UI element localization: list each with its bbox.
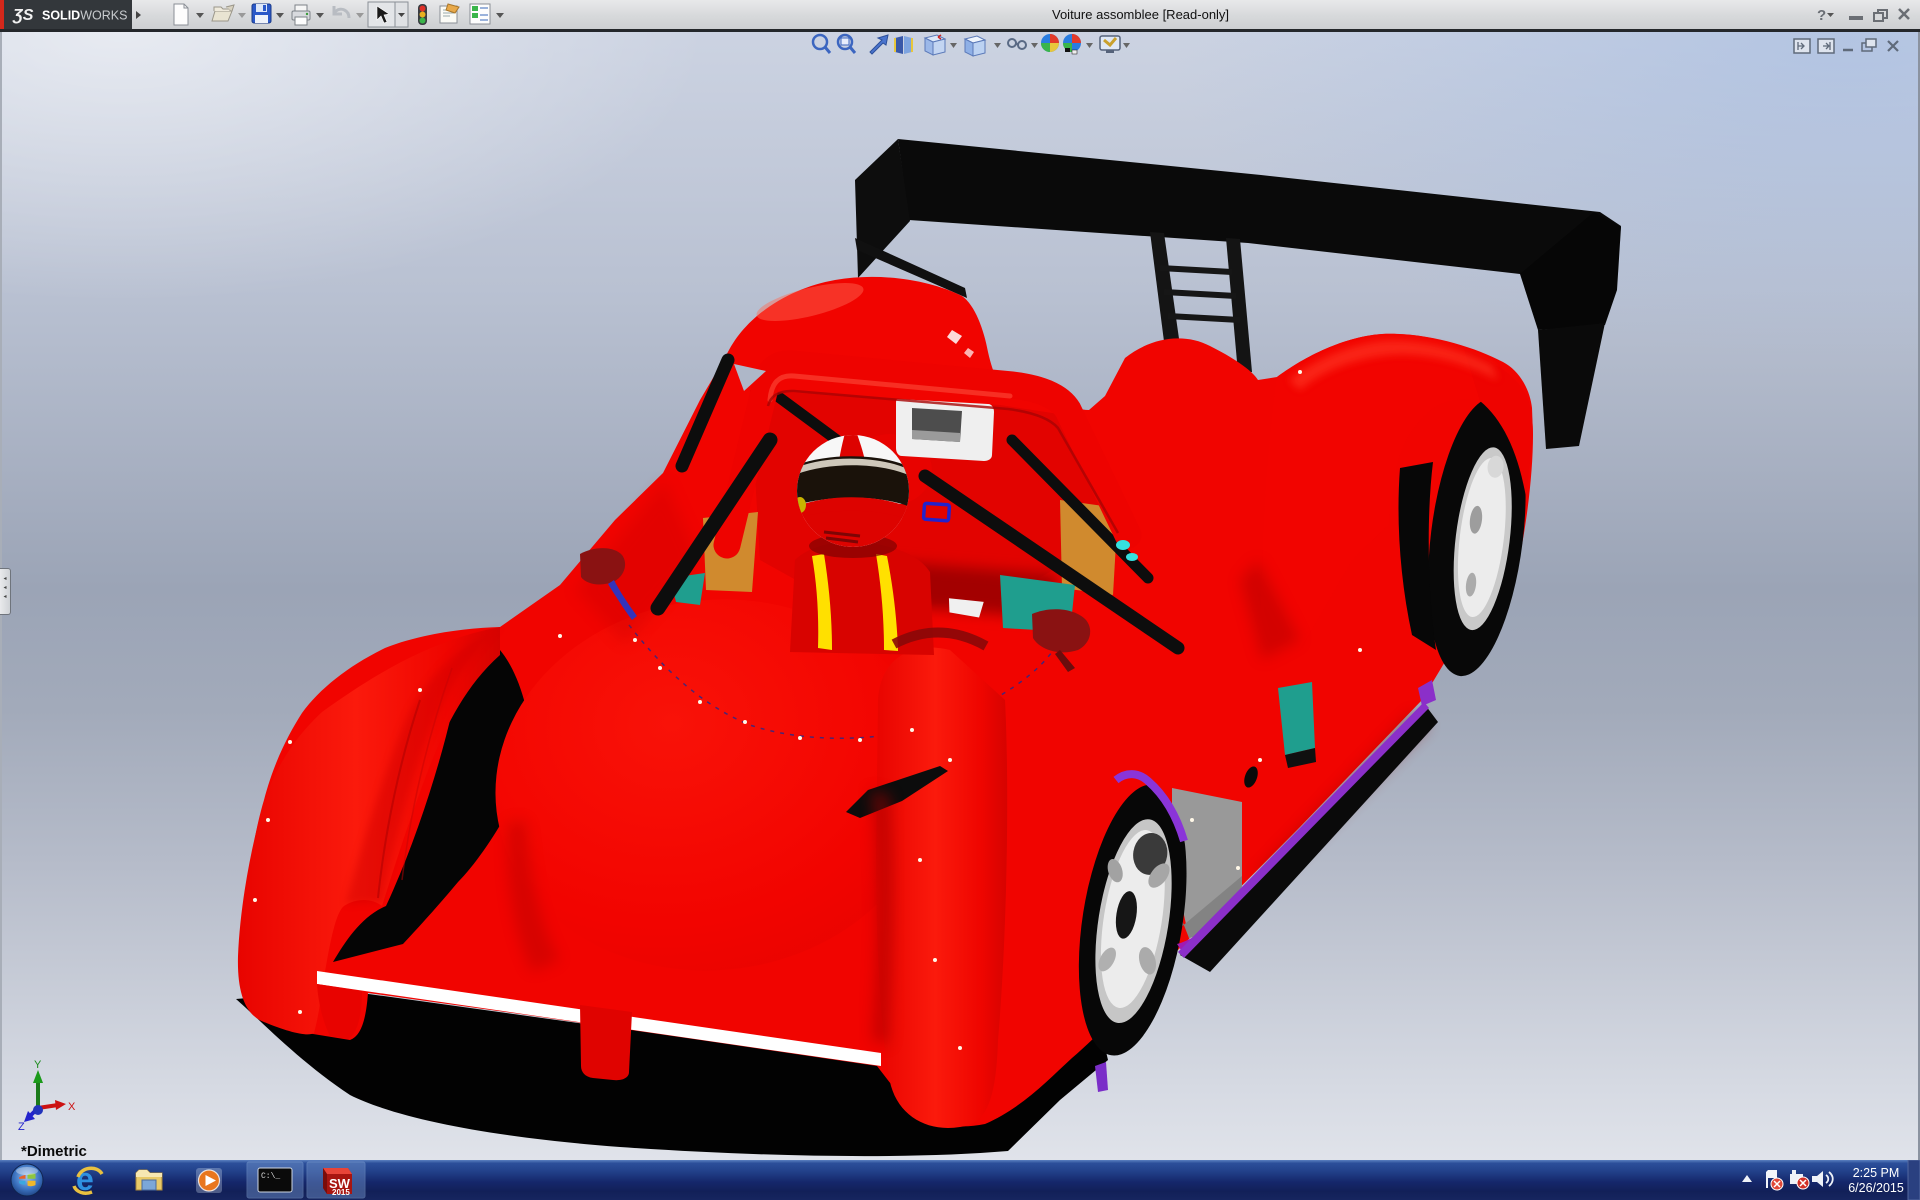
svg-text:ƷS: ƷS	[12, 7, 34, 24]
svg-text:SOLIDWORKS: SOLIDWORKS	[42, 9, 127, 23]
svg-text:Z: Z	[18, 1121, 25, 1133]
svg-text:6/26/2015: 6/26/2015	[1848, 1181, 1904, 1195]
svg-text:?: ?	[1817, 7, 1826, 24]
svg-text:2015: 2015	[332, 1188, 350, 1197]
svg-text:2:25 PM: 2:25 PM	[1853, 1166, 1900, 1180]
svg-text:Y: Y	[34, 1059, 42, 1071]
svg-text:C:\_: C:\_	[261, 1172, 280, 1181]
svg-text:X: X	[68, 1101, 76, 1113]
